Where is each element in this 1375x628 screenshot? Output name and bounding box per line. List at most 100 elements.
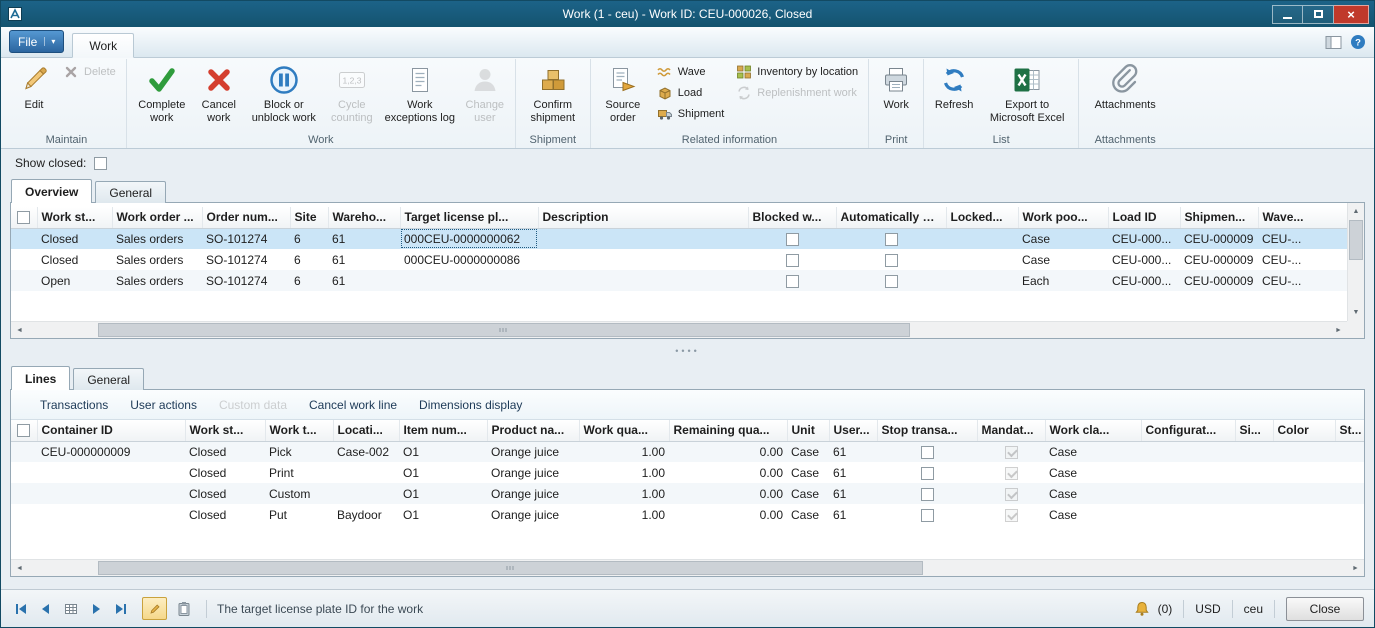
first-record-button[interactable]	[11, 599, 31, 619]
cell[interactable]: Case	[787, 462, 829, 483]
cell[interactable]: Case	[1045, 483, 1141, 504]
confirm-shipment-button[interactable]: Confirm shipment	[520, 60, 586, 126]
cell[interactable]: 61	[829, 441, 877, 462]
scroll-left-button[interactable]: ◄	[11, 322, 28, 338]
cell[interactable]: Sales orders	[112, 228, 202, 249]
cell[interactable]	[946, 249, 1018, 270]
overview-horizontal-scrollbar[interactable]: ◄ ►	[11, 321, 1347, 338]
work-exceptions-log-button[interactable]: Work exceptions log	[381, 60, 459, 126]
cell[interactable]: SO-101274	[202, 249, 290, 270]
cell[interactable]: Case	[1045, 462, 1141, 483]
cell[interactable]: 61	[328, 270, 400, 291]
table-row[interactable]: ClosedCustomO1Orange juice1.000.00Case61…	[11, 483, 1364, 504]
select-all-header[interactable]	[11, 207, 37, 228]
scroll-down-button[interactable]: ▼	[1348, 304, 1364, 321]
cell[interactable]	[946, 228, 1018, 249]
column-header[interactable]: Locked...	[946, 207, 1018, 228]
cell[interactable]: O1	[399, 462, 487, 483]
next-record-button[interactable]	[86, 599, 106, 619]
table-row[interactable]: CEU-000000009ClosedPickCase-002O1Orange …	[11, 441, 1364, 462]
cell[interactable]	[877, 441, 977, 462]
table-row[interactable]: ClosedSales ordersSO-101274661000CEU-000…	[11, 249, 1347, 270]
column-header[interactable]: Work qua...	[579, 420, 669, 441]
cancel-work-line-button[interactable]: Cancel work line	[298, 394, 408, 416]
cell[interactable]	[11, 270, 37, 291]
cell[interactable]: Put	[265, 504, 333, 525]
cell[interactable]: Sales orders	[112, 270, 202, 291]
tab-overview[interactable]: Overview	[11, 179, 92, 203]
last-record-button[interactable]	[111, 599, 131, 619]
cell-checkbox[interactable]	[786, 275, 799, 288]
cell[interactable]	[836, 249, 946, 270]
cell[interactable]: Case	[1018, 249, 1108, 270]
wave-button[interactable]: Wave	[653, 63, 728, 81]
cancel-work-button[interactable]: Cancel work	[193, 60, 245, 126]
cell[interactable]	[1235, 504, 1273, 525]
cell[interactable]: Orange juice	[487, 483, 579, 504]
close-window-button[interactable]: ×	[1334, 5, 1369, 24]
cell-checkbox[interactable]	[885, 254, 898, 267]
currency-indicator[interactable]: USD	[1195, 602, 1220, 616]
cell[interactable]: Case	[787, 441, 829, 462]
cell[interactable]: O1	[399, 483, 487, 504]
cell-checkbox[interactable]	[786, 233, 799, 246]
column-header[interactable]: Color	[1273, 420, 1335, 441]
lines-horizontal-scrollbar[interactable]: ◄ ►	[11, 559, 1364, 576]
cell[interactable]: 1.00	[579, 441, 669, 462]
cell-checkbox[interactable]	[921, 488, 934, 501]
table-row[interactable]: OpenSales ordersSO-101274661EachCEU-000.…	[11, 270, 1347, 291]
cell[interactable]: 000CEU-0000000086	[400, 249, 538, 270]
cell[interactable]: Pick	[265, 441, 333, 462]
title-bar[interactable]: Work (1 - ceu) - Work ID: CEU-000026, Cl…	[1, 1, 1374, 27]
dimensions-display-button[interactable]: Dimensions display	[408, 394, 533, 416]
cell[interactable]	[37, 504, 185, 525]
cell[interactable]: Closed	[37, 228, 112, 249]
select-all-header[interactable]	[11, 420, 37, 441]
cell[interactable]: Closed	[37, 249, 112, 270]
cell[interactable]	[1273, 504, 1335, 525]
cell[interactable]	[1141, 504, 1235, 525]
splitter[interactable]: ••••	[1, 339, 1374, 363]
cell[interactable]	[946, 270, 1018, 291]
tab-lines[interactable]: Lines	[11, 366, 70, 390]
cell[interactable]	[333, 483, 399, 504]
cell[interactable]: Print	[265, 462, 333, 483]
cell[interactable]	[11, 483, 37, 504]
cell-checkbox[interactable]	[921, 446, 934, 459]
cell[interactable]	[1335, 441, 1364, 462]
tab-general-header[interactable]: General	[95, 181, 166, 203]
edit-mode-toggle[interactable]	[142, 597, 167, 620]
cell[interactable]	[1273, 483, 1335, 504]
cell[interactable]: 000CEU-0000000062	[400, 228, 538, 249]
cell[interactable]: O1	[399, 504, 487, 525]
cell[interactable]: Closed	[185, 504, 265, 525]
cell[interactable]	[1335, 462, 1364, 483]
cell[interactable]: CEU-...	[1258, 249, 1347, 270]
cell[interactable]: Orange juice	[487, 462, 579, 483]
table-row[interactable]: ClosedPutBaydoorO1Orange juice1.000.00Ca…	[11, 504, 1364, 525]
h-scroll-track[interactable]	[28, 322, 1330, 338]
cell[interactable]: CEU-...	[1258, 270, 1347, 291]
column-header[interactable]: Mandat...	[977, 420, 1045, 441]
cell[interactable]: 0.00	[669, 462, 787, 483]
cell[interactable]	[1335, 504, 1364, 525]
cell-checkbox[interactable]	[786, 254, 799, 267]
cell[interactable]: 61	[829, 504, 877, 525]
column-header[interactable]: Blocked w...	[748, 207, 836, 228]
cell[interactable]	[1335, 483, 1364, 504]
cell-checkbox[interactable]	[921, 509, 934, 522]
column-header[interactable]: Shipmen...	[1180, 207, 1258, 228]
show-closed-checkbox[interactable]	[94, 157, 107, 170]
cell[interactable]	[1235, 483, 1273, 504]
column-header[interactable]: Wave...	[1258, 207, 1347, 228]
column-header[interactable]: Target license pl...	[400, 207, 538, 228]
user-actions-button[interactable]: User actions	[119, 394, 208, 416]
cell[interactable]: CEU-000...	[1108, 270, 1180, 291]
cell[interactable]: Case-002	[333, 441, 399, 462]
column-header[interactable]: Product na...	[487, 420, 579, 441]
cell[interactable]: 61	[829, 483, 877, 504]
cell[interactable]	[1141, 483, 1235, 504]
cell[interactable]	[538, 228, 748, 249]
cell[interactable]	[11, 228, 37, 249]
h-scroll-track[interactable]	[28, 560, 1347, 576]
